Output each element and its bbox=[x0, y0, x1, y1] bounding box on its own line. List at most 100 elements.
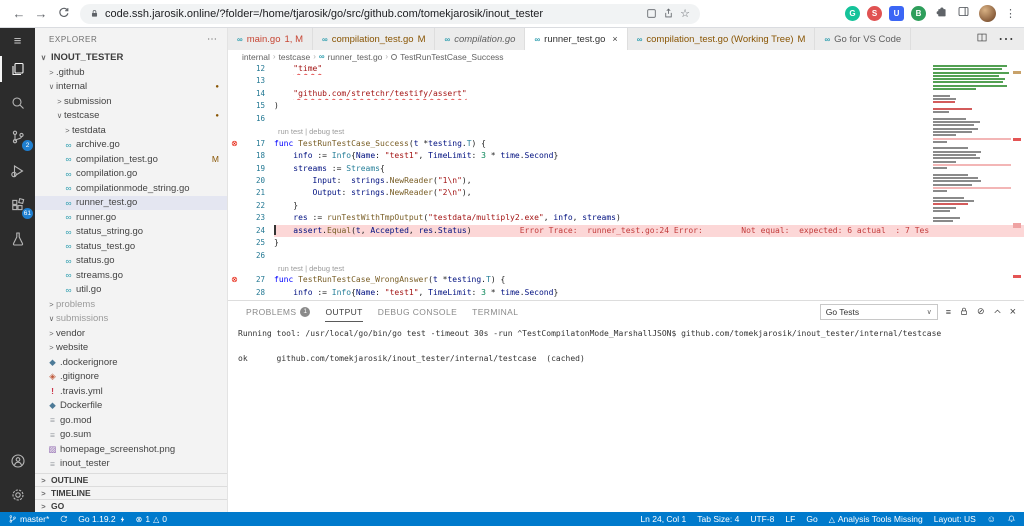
file-tree-item[interactable]: ≡go.sum bbox=[35, 428, 227, 443]
keyboard-layout-item[interactable]: Layout: US bbox=[934, 514, 976, 524]
editor-tab[interactable]: ∞main.go1, M bbox=[228, 28, 313, 50]
file-tree-item[interactable]: >vendor bbox=[35, 326, 227, 341]
url-text[interactable]: code.ssh.jarosik.online/?folder=/home/tj… bbox=[105, 8, 640, 20]
editor-tab[interactable]: ∞Go for VS Code bbox=[815, 28, 911, 50]
code-line[interactable]: 26 bbox=[228, 250, 1024, 262]
code-editor[interactable]: 12 "time"1314 "github.com/stretchr/testi… bbox=[228, 63, 1024, 300]
file-tree-item[interactable]: !.travis.yml bbox=[35, 384, 227, 399]
clear-output-icon[interactable]: ⊘ bbox=[977, 306, 985, 317]
code-line[interactable]: 23 res := runTestWithTmpOutput("testdata… bbox=[228, 212, 1024, 224]
file-tree-item[interactable]: ◈.gitignore bbox=[35, 370, 227, 385]
file-tree-item[interactable]: ∞compilation_test.goM bbox=[35, 152, 227, 167]
encoding-item[interactable]: UTF-8 bbox=[750, 514, 774, 524]
browser-menu-icon[interactable]: ⋮ bbox=[1005, 7, 1016, 20]
file-tree-item[interactable]: ◆.dockerignore bbox=[35, 355, 227, 370]
tab-close-icon[interactable]: × bbox=[612, 34, 617, 44]
more-actions-icon[interactable]: ⋯ bbox=[998, 29, 1014, 49]
file-tree-item[interactable]: ≡inout_tester bbox=[35, 457, 227, 472]
sync-icon[interactable] bbox=[59, 514, 68, 524]
file-tree-item[interactable]: ∞compilationmode_string.go bbox=[35, 181, 227, 196]
notifications-bell-icon[interactable] bbox=[1007, 514, 1016, 524]
file-tree-item[interactable]: ∞util.go bbox=[35, 283, 227, 298]
panel-tab-problems[interactable]: PROBLEMS1 bbox=[246, 301, 310, 322]
account-icon[interactable] bbox=[0, 444, 35, 478]
code-line[interactable]: 16 bbox=[228, 113, 1024, 125]
file-tree-item[interactable]: ∞status_test.go bbox=[35, 239, 227, 254]
code-line[interactable]: 12 "time" bbox=[228, 63, 1024, 75]
browser-forward-icon[interactable]: → bbox=[30, 6, 52, 21]
green-extension-icon[interactable]: B bbox=[911, 6, 926, 21]
browser-reload-icon[interactable] bbox=[52, 6, 74, 22]
code-line[interactable]: 14 "github.com/stretchr/testify/assert" bbox=[228, 88, 1024, 100]
code-line[interactable]: 22 } bbox=[228, 200, 1024, 212]
cursor-position-item[interactable]: Ln 24, Col 1 bbox=[640, 514, 686, 524]
file-tree-item[interactable]: ◆Dockerfile bbox=[35, 399, 227, 414]
analysis-tools-item[interactable]: △Analysis Tools Missing bbox=[829, 514, 923, 524]
output-channel-select[interactable]: Go Tests∨ bbox=[820, 304, 938, 320]
split-editor-icon[interactable] bbox=[976, 30, 988, 48]
output-actions-icon[interactable]: ≡ bbox=[946, 307, 951, 317]
code-line[interactable]: 13 bbox=[228, 75, 1024, 87]
file-tree-item[interactable]: ▨homepage_screenshot.png bbox=[35, 442, 227, 457]
eol-item[interactable]: LF bbox=[785, 514, 795, 524]
editor-tab[interactable]: ∞compilation.go bbox=[435, 28, 525, 50]
file-tree-item[interactable]: >submission bbox=[35, 94, 227, 109]
file-tree-item[interactable]: ∨testcase● bbox=[35, 109, 227, 124]
file-tree-item[interactable]: ∞status_string.go bbox=[35, 225, 227, 240]
file-tree-item[interactable]: >testdata bbox=[35, 123, 227, 138]
browser-sidebar-icon[interactable] bbox=[957, 5, 970, 23]
code-line[interactable]: 20 Input: strings.NewReader("1\n"), bbox=[228, 175, 1024, 187]
address-bar[interactable]: code.ssh.jarosik.online/?folder=/home/tj… bbox=[80, 4, 700, 24]
editor-tab[interactable]: ∞compilation_test.go (Working Tree)M bbox=[628, 28, 816, 50]
file-tree-item[interactable]: ∨internal● bbox=[35, 80, 227, 95]
breadcrumb-item[interactable]: internal bbox=[242, 52, 270, 62]
editor-tab[interactable]: ∞runner_test.go× bbox=[525, 28, 627, 50]
file-tree-item[interactable]: >problems bbox=[35, 297, 227, 312]
editor-tab[interactable]: ∞compilation_test.goM bbox=[313, 28, 435, 50]
panel-tab-debug-console[interactable]: DEBUG CONSOLE bbox=[378, 301, 457, 322]
file-tree-item[interactable]: ∞runner_test.go bbox=[35, 196, 227, 211]
testing-beaker-icon[interactable] bbox=[0, 222, 35, 256]
minimap[interactable] bbox=[933, 65, 1011, 223]
sidebar-section-go[interactable]: >GO bbox=[35, 499, 227, 512]
code-line[interactable]: ⊗17func TestRunTestCase_Success(t *testi… bbox=[228, 138, 1024, 150]
code-line[interactable]: 24 assert.Equal(t, Accepted, res.Status)… bbox=[228, 225, 1024, 237]
grammarly-extension-icon[interactable]: G bbox=[845, 6, 860, 21]
extensions-icon[interactable]: 61 bbox=[0, 188, 35, 222]
bookmark-star-icon[interactable]: ☆ bbox=[680, 7, 690, 20]
tree-root[interactable]: ∨ INOUT_TESTER bbox=[35, 50, 227, 65]
code-line[interactable]: 21 Output: strings.NewReader("2\n"), bbox=[228, 187, 1024, 199]
file-tree-item[interactable]: ≡go.mod bbox=[35, 413, 227, 428]
red-extension-icon[interactable]: S bbox=[867, 6, 882, 21]
scroll-lock-icon[interactable] bbox=[959, 306, 969, 317]
language-mode-item[interactable]: Go bbox=[806, 514, 817, 524]
maximize-panel-icon[interactable] bbox=[993, 307, 1002, 316]
go-version-item[interactable]: Go 1.19.2 bbox=[78, 514, 125, 524]
search-icon[interactable] bbox=[0, 86, 35, 120]
file-tree-item[interactable]: ∞compilation.go bbox=[35, 167, 227, 182]
output-console[interactable]: Running tool: /usr/local/go/bin/go test … bbox=[228, 322, 1024, 372]
codelens-run-test[interactable]: run test | debug test bbox=[228, 125, 1024, 137]
sidebar-section-outline[interactable]: >OUTLINE bbox=[35, 473, 227, 486]
profile-avatar[interactable] bbox=[979, 5, 996, 22]
problems-item[interactable]: ⊗1 △0 bbox=[136, 514, 167, 524]
extensions-puzzle-icon[interactable] bbox=[935, 5, 948, 23]
git-branch-item[interactable]: master* bbox=[8, 514, 49, 524]
shield-extension-icon[interactable]: U bbox=[889, 6, 904, 21]
browser-back-icon[interactable]: ← bbox=[8, 6, 30, 21]
code-line[interactable]: 19 streams := Streams{ bbox=[228, 163, 1024, 175]
code-line[interactable]: 15) bbox=[228, 100, 1024, 112]
file-tree-item[interactable]: ∞archive.go bbox=[35, 138, 227, 153]
file-tree-item[interactable]: ∞streams.go bbox=[35, 268, 227, 283]
file-tree-item[interactable]: ∨submissions bbox=[35, 312, 227, 327]
sidebar-more-actions-icon[interactable]: ⋯ bbox=[207, 34, 217, 45]
file-tree-item[interactable]: >website bbox=[35, 341, 227, 356]
panel-tab-terminal[interactable]: TERMINAL bbox=[472, 301, 518, 322]
menu-icon[interactable]: ≡ bbox=[0, 28, 35, 52]
sidebar-section-timeline[interactable]: >TIMELINE bbox=[35, 486, 227, 499]
code-line[interactable]: 28 info := Info{Name: "test1", TimeLimit… bbox=[228, 287, 1024, 299]
breadcrumb-item[interactable]: TestRunTestCase_Success bbox=[400, 52, 503, 62]
file-tree-item[interactable]: ∞status.go bbox=[35, 254, 227, 269]
file-tree-item[interactable]: ∞runner.go bbox=[35, 210, 227, 225]
codelens-run-test[interactable]: run test | debug test bbox=[228, 262, 1024, 274]
